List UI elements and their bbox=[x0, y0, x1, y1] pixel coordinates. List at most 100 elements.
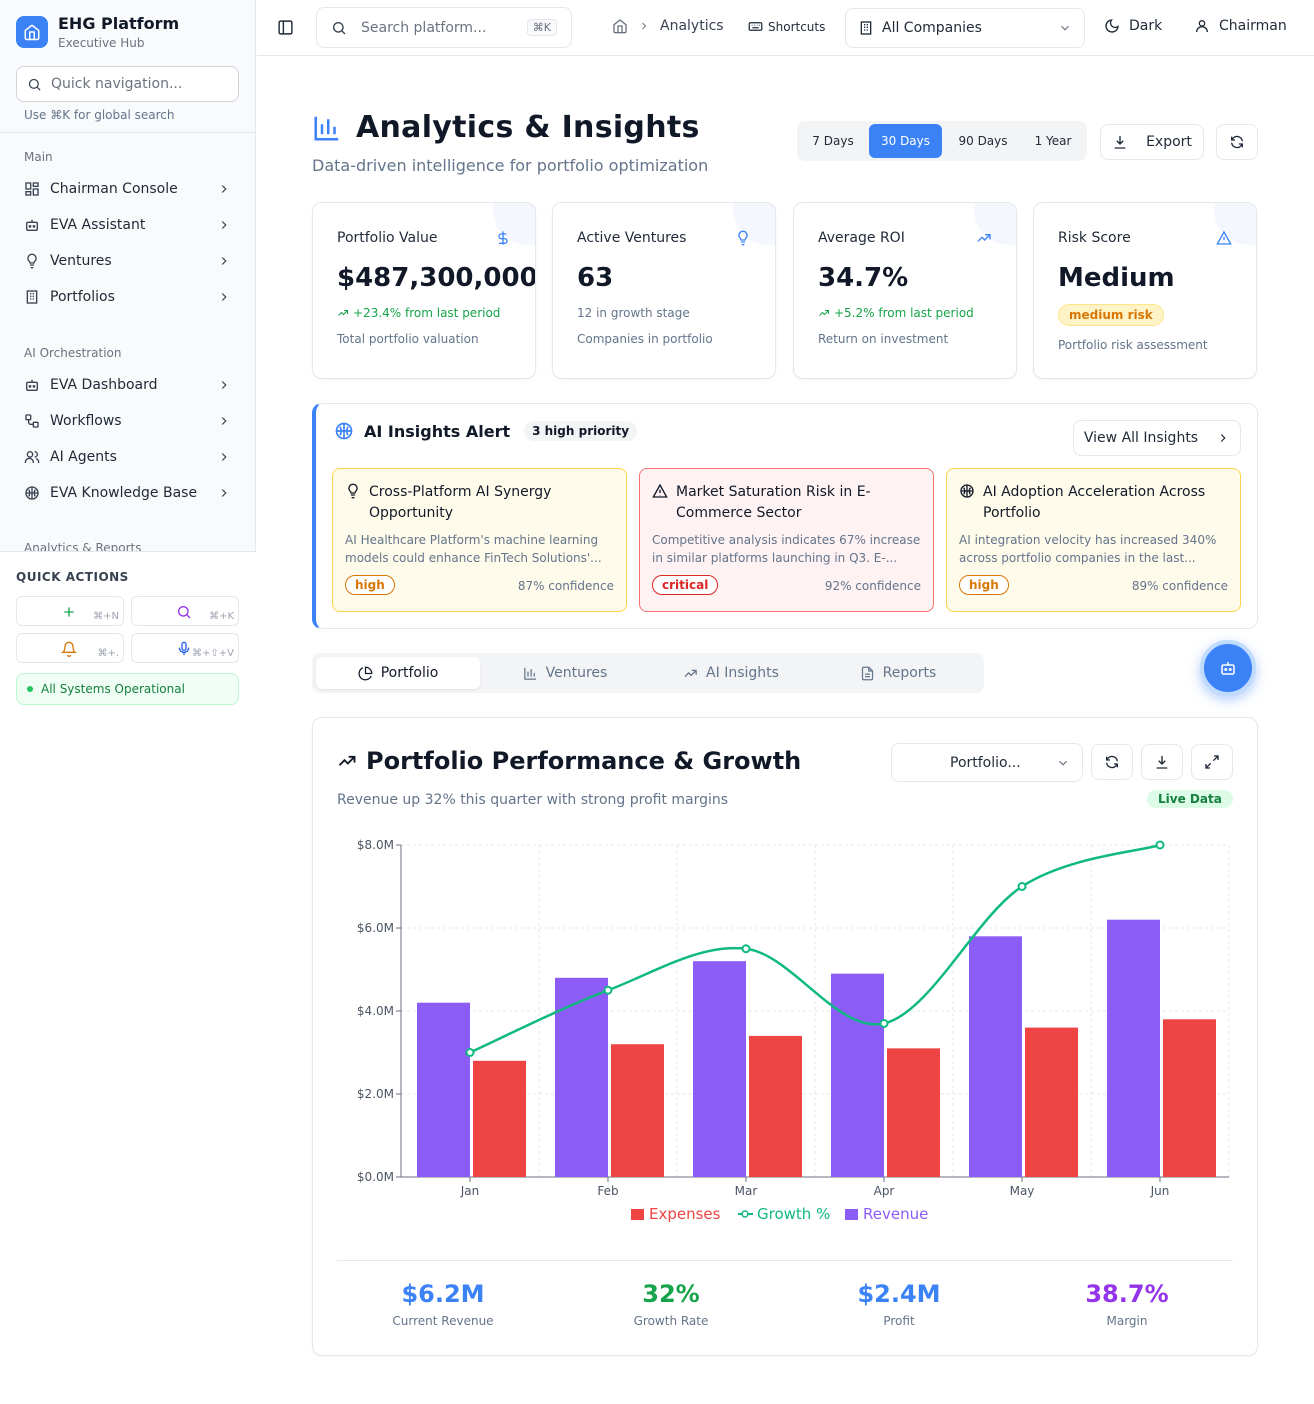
kpi-label: Active Ventures bbox=[577, 230, 687, 246]
x-tick-label: Mar bbox=[735, 1184, 758, 1198]
stat-value: $2.4M bbox=[857, 1280, 941, 1308]
alert-triangle-icon bbox=[1216, 230, 1232, 245]
export-button[interactable]: Export bbox=[1100, 124, 1204, 160]
sidebar-item-ventures[interactable]: Ventures bbox=[16, 245, 239, 277]
sidebar: EHG Platform Executive Hub Quick navigat… bbox=[0, 0, 256, 720]
sidebar-item-chairman-console[interactable]: Chairman Console bbox=[16, 173, 239, 205]
search-icon bbox=[333, 21, 346, 34]
sidebar-item-workflows[interactable]: Workflows bbox=[16, 405, 239, 437]
shortcut-label: ⌘+K bbox=[209, 611, 234, 622]
sidebar-item-eva-dashboard[interactable]: EVA Dashboard bbox=[16, 369, 239, 401]
legend-label: Growth % bbox=[757, 1205, 830, 1223]
kpi-change: +5.2% from last period bbox=[818, 306, 974, 320]
quick-actions-panel: QUICK ACTIONS ⌘+N ⌘+K ⌘+. ⌘+⇧+V All Syst… bbox=[0, 551, 256, 720]
growth-point bbox=[1155, 840, 1165, 850]
home-icon bbox=[16, 16, 48, 48]
insight-card[interactable]: AI Adoption Acceleration Across Portfoli… bbox=[946, 468, 1241, 612]
legend-label: Revenue bbox=[863, 1205, 928, 1223]
kpi-value: Medium bbox=[1058, 263, 1175, 293]
eva-assistant-fab[interactable] bbox=[1200, 640, 1256, 696]
quick-action-voice[interactable]: ⌘+⇧+V bbox=[131, 633, 239, 663]
chevron-right-icon bbox=[221, 417, 227, 425]
refresh-button[interactable] bbox=[1216, 124, 1258, 160]
tab-label: Reports bbox=[882, 665, 937, 681]
growth-point bbox=[741, 944, 751, 954]
tab-reports[interactable]: Reports bbox=[816, 657, 980, 689]
quick-action-new[interactable]: ⌘+N bbox=[16, 596, 124, 626]
chevron-right-icon bbox=[221, 185, 227, 193]
growth-point bbox=[603, 985, 613, 995]
tab-ventures[interactable]: Ventures bbox=[483, 657, 647, 689]
insight-card[interactable]: Cross-Platform AI Synergy Opportunity AI… bbox=[332, 468, 627, 612]
search-shortcut: ⌘K bbox=[526, 19, 557, 36]
bar-revenue bbox=[555, 977, 608, 1177]
search-input[interactable]: Search platform... ⌘K bbox=[316, 7, 572, 48]
x-tick-label: Feb bbox=[597, 1184, 618, 1198]
stat-value: $6.2M bbox=[401, 1280, 485, 1308]
bot-icon bbox=[1221, 662, 1235, 675]
range-30-days[interactable]: 30 Days bbox=[869, 124, 942, 158]
quick-nav-hint: Use ⌘K for global search bbox=[24, 108, 175, 122]
chevron-down-icon bbox=[1061, 25, 1069, 31]
chevron-right-icon bbox=[221, 489, 227, 497]
view-all-insights-button[interactable]: View All Insights bbox=[1073, 420, 1241, 456]
x-tick-label: Jun bbox=[1150, 1184, 1170, 1198]
sidebar-toggle-button[interactable] bbox=[277, 19, 294, 36]
y-tick-label: $6.0M bbox=[357, 921, 394, 935]
insight-card[interactable]: Market Saturation Risk in E-Commerce Sec… bbox=[639, 468, 934, 612]
insight-confidence: 87% confidence bbox=[517, 579, 614, 593]
export-label: Export bbox=[1146, 134, 1192, 150]
quick-nav-input[interactable]: Quick navigation... bbox=[16, 66, 239, 102]
bar-revenue bbox=[693, 961, 746, 1177]
shortcuts-button[interactable]: Shortcuts bbox=[748, 19, 825, 34]
nav-group-analytics-reports: Analytics & Reports bbox=[24, 541, 142, 551]
company-select[interactable]: All Companies bbox=[845, 8, 1085, 48]
range-7-days[interactable]: 7 Days bbox=[801, 124, 865, 158]
sidebar-item-portfolios[interactable]: Portfolios bbox=[16, 281, 239, 313]
summary-stat-current-revenue: $6.2M Current Revenue bbox=[333, 1280, 553, 1328]
insight-title: AI Adoption Acceleration Across Portfoli… bbox=[983, 484, 1206, 521]
kpi-description: Total portfolio valuation bbox=[337, 332, 479, 346]
home-icon[interactable] bbox=[612, 18, 628, 34]
sidebar-item-ai-agents[interactable]: AI Agents bbox=[16, 441, 239, 473]
range-1-year[interactable]: 1 Year bbox=[1023, 124, 1083, 158]
search-icon bbox=[178, 606, 191, 619]
growth-point bbox=[465, 1048, 475, 1057]
stat-label: Growth Rate bbox=[633, 1314, 709, 1328]
chevron-right-icon bbox=[1220, 434, 1226, 442]
shortcut-label: ⌘+N bbox=[93, 611, 119, 622]
sidebar-item-label: EVA Knowledge Base bbox=[50, 485, 198, 501]
sidebar-item-label: AI Agents bbox=[50, 449, 117, 465]
kpi-value: 34.7% bbox=[818, 263, 909, 293]
user-menu-button[interactable]: Chairman bbox=[1194, 18, 1287, 34]
quick-actions-title: QUICK ACTIONS bbox=[16, 570, 129, 584]
insight-priority-tag: critical bbox=[652, 575, 719, 595]
theme-toggle-button[interactable]: Dark bbox=[1104, 18, 1162, 34]
tab-ai-insights[interactable]: AI Insights bbox=[649, 657, 813, 689]
tab-portfolio[interactable]: Portfolio bbox=[316, 657, 480, 689]
shortcut-label: ⌘+. bbox=[97, 648, 119, 659]
quick-action-search[interactable]: ⌘+K bbox=[131, 596, 239, 626]
stat-value: 32% bbox=[642, 1280, 700, 1308]
kpi-change-text: +5.2% from last period bbox=[834, 306, 974, 320]
brain-icon bbox=[25, 486, 39, 500]
refresh-icon bbox=[1231, 135, 1243, 149]
range-90-days[interactable]: 90 Days bbox=[947, 124, 1019, 158]
sidebar-item-label: EVA Dashboard bbox=[50, 377, 158, 393]
quick-action-notifications[interactable]: ⌘+. bbox=[16, 633, 124, 663]
lightbulb-icon bbox=[27, 253, 37, 269]
legend-swatch bbox=[845, 1209, 858, 1220]
priority-badge: 3 high priority bbox=[524, 421, 638, 441]
keyboard-icon bbox=[748, 22, 763, 31]
bar-expenses bbox=[1163, 1019, 1216, 1177]
insight-body: AI Healthcare Platform's machine learnin… bbox=[345, 533, 602, 565]
kpi-card-active-ventures: Active Ventures 63 12 in growth stage Co… bbox=[552, 202, 776, 379]
brand[interactable]: EHG Platform Executive Hub bbox=[16, 14, 179, 50]
sidebar-item-eva-assistant[interactable]: EVA Assistant bbox=[16, 209, 239, 241]
sidebar-item-eva-knowledge-base[interactable]: EVA Knowledge Base bbox=[16, 477, 239, 509]
chevron-right-icon bbox=[221, 257, 227, 265]
sidebar-nav[interactable]: Main Chairman Console EVA Assistant Vent… bbox=[0, 133, 256, 551]
y-tick-label: $4.0M bbox=[357, 1004, 394, 1018]
page-subtitle: Data-driven intelligence for portfolio o… bbox=[312, 156, 709, 175]
moon-icon bbox=[1105, 19, 1119, 33]
